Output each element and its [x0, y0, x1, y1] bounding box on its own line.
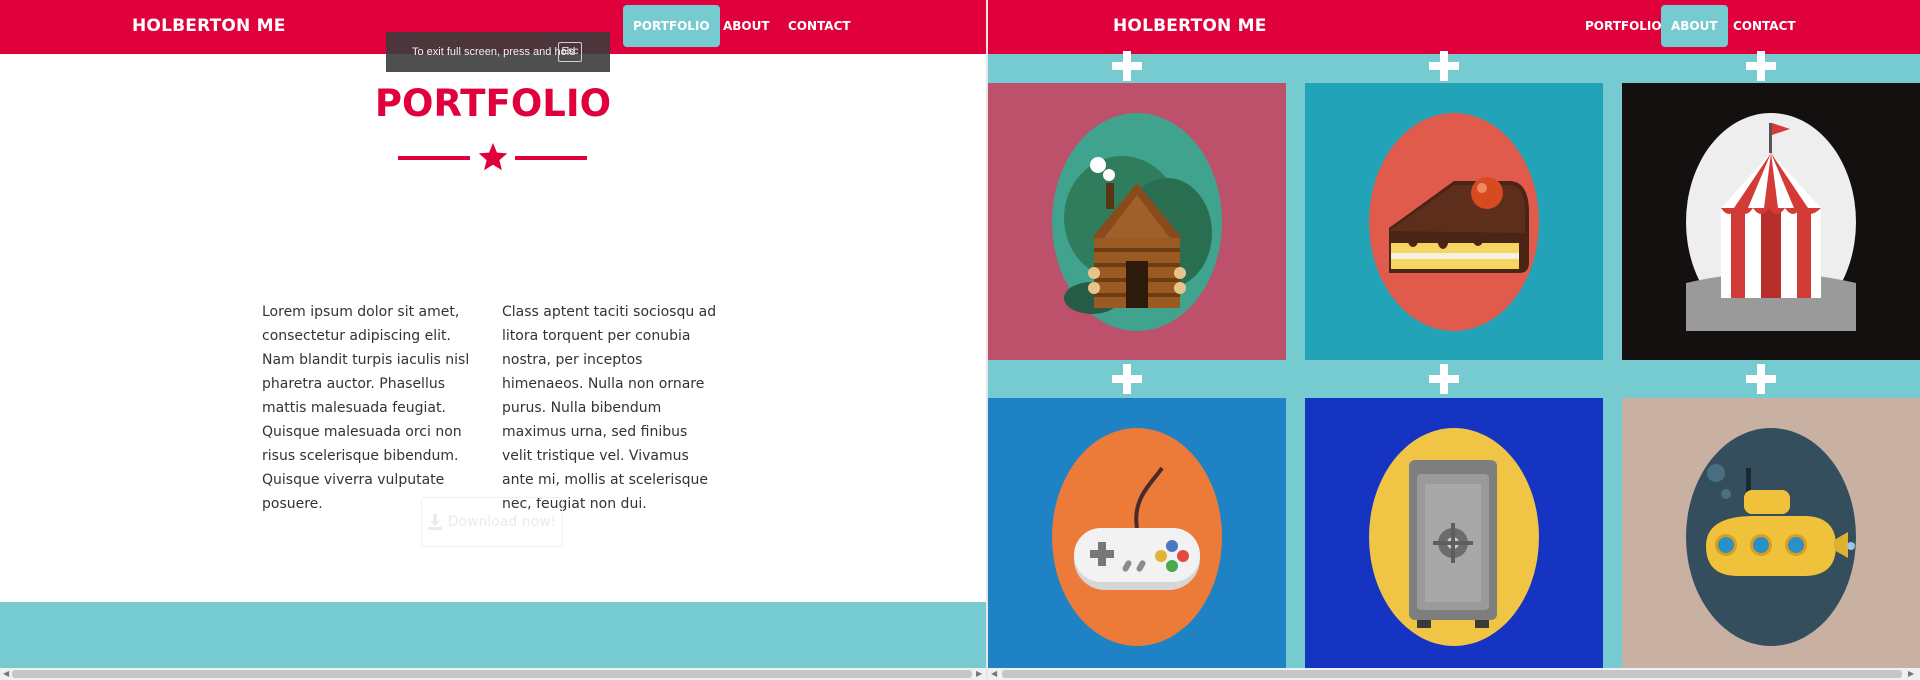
submarine-icon [1706, 464, 1855, 576]
download-icon [427, 514, 442, 530]
separator-line-right [515, 156, 587, 160]
safe-icon [1409, 460, 1497, 628]
portfolio-item-circus-tent[interactable] [1622, 83, 1920, 360]
game-controller-icon [1074, 466, 1200, 590]
plus-icon [1112, 51, 1142, 81]
portfolio-item-submarine[interactable] [1622, 398, 1920, 675]
scroll-left-icon[interactable]: ◀ [991, 669, 997, 678]
horizontal-scrollbar-right[interactable]: ◀ ▶ [988, 668, 1920, 680]
portfolio-item-game-controller[interactable] [988, 398, 1286, 675]
nav-portfolio-right[interactable]: PORTFOLIO [1575, 5, 1672, 47]
nav-contact-right[interactable]: CONTACT [1723, 5, 1806, 47]
download-button-label: Download now! [447, 514, 557, 530]
plus-icon [1112, 364, 1142, 394]
star-icon [478, 143, 508, 171]
nav-portfolio[interactable]: PORTFOLIO [623, 5, 720, 47]
text-column-left: Lorem ipsum dolor sit amet, consectetur … [262, 304, 470, 512]
scroll-left-icon[interactable]: ◀ [3, 669, 9, 678]
portfolio-item-cabin[interactable] [988, 83, 1286, 360]
scrollbar-thumb[interactable] [1002, 670, 1902, 678]
right-page: HOLBERTON ME PORTFOLIO ABOUT CONTACT ◀ ▶ [988, 0, 1920, 680]
navbar-right: HOLBERTON ME PORTFOLIO ABOUT CONTACT [988, 0, 1920, 54]
scrollbar-thumb[interactable] [12, 670, 972, 678]
scroll-right-icon[interactable]: ▶ [1908, 669, 1914, 678]
separator-line-left [398, 156, 470, 160]
brand-logo[interactable]: HOLBERTON ME [132, 16, 286, 36]
nav-about-right[interactable]: ABOUT [1661, 5, 1728, 47]
text-column-right: Class aptent taciti sociosqu ad litora t… [502, 304, 717, 512]
download-button[interactable]: Download now! [421, 497, 563, 547]
plus-icon [1429, 51, 1459, 81]
nav-contact[interactable]: CONTACT [778, 5, 861, 47]
cake-icon [1389, 177, 1529, 273]
left-page: HOLBERTON ME PORTFOLIO ABOUT CONTACT To … [0, 0, 986, 680]
page-title: PORTFOLIO [374, 82, 612, 125]
circus-tent-icon [1686, 123, 1856, 331]
nav-about[interactable]: ABOUT [713, 5, 780, 47]
portfolio-item-safe[interactable] [1305, 398, 1603, 675]
fullscreen-notice-text: To exit full screen, press and hold [412, 46, 576, 58]
fullscreen-notice: To exit full screen, press and hold Esc [386, 32, 610, 72]
cabin-icon [1064, 156, 1212, 314]
plus-icon [1746, 364, 1776, 394]
horizontal-scrollbar[interactable]: ◀ ▶ [0, 668, 986, 680]
plus-icon [1429, 364, 1459, 394]
brand-logo-right[interactable]: HOLBERTON ME [1113, 16, 1267, 36]
portfolio-item-cake[interactable] [1305, 83, 1603, 360]
esc-key: Esc [558, 42, 582, 62]
scroll-right-icon[interactable]: ▶ [976, 669, 982, 678]
footer-band [0, 602, 986, 668]
plus-icon [1746, 51, 1776, 81]
